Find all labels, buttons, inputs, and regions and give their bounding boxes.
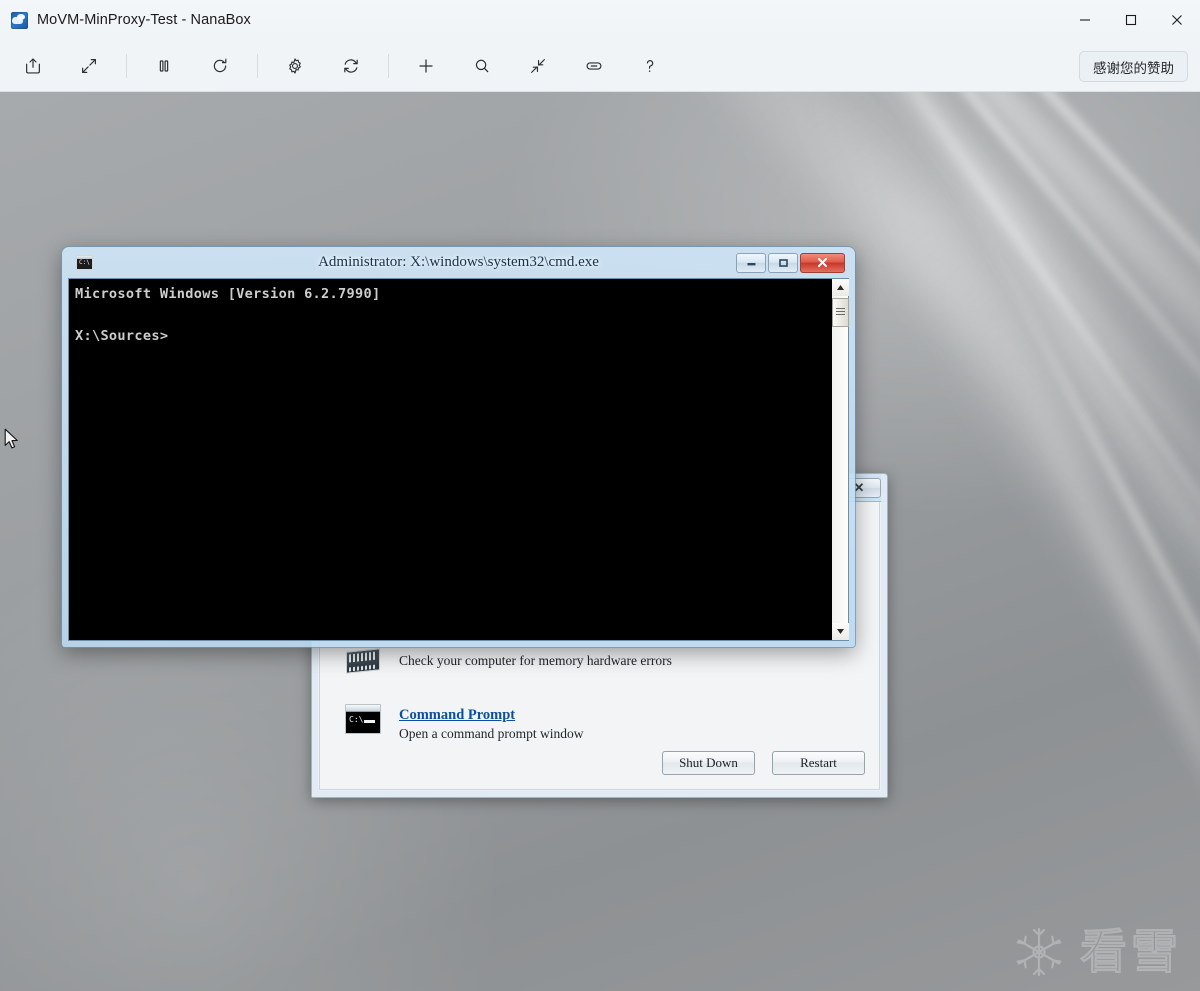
recovery-option-text: Check your computer for memory hardware … (399, 650, 672, 669)
toolbar-separator (257, 54, 258, 78)
command-prompt-link[interactable]: Command Prompt (399, 707, 583, 724)
scrollbar-track[interactable] (832, 296, 849, 623)
restart-button[interactable]: Restart (772, 751, 865, 775)
window-controls (1062, 0, 1200, 40)
vm-guest-screen[interactable]: ✕ Check your computer for memory hardwar… (0, 92, 1200, 991)
minimize-button[interactable] (1062, 0, 1108, 40)
help-icon[interactable] (631, 48, 669, 84)
cmd-window-title: Administrator: X:\windows\system32\cmd.e… (68, 254, 849, 271)
recovery-option-text: Command Prompt Open a command prompt win… (399, 704, 583, 742)
maximize-button[interactable] (1108, 0, 1154, 40)
recovery-dialog-buttons: Shut Down Restart (662, 751, 865, 775)
cmd-window-icon (76, 255, 93, 270)
search-icon[interactable] (463, 48, 501, 84)
recovery-option-description: Check your computer for memory hardware … (399, 653, 672, 669)
scroll-up-arrow-icon[interactable] (832, 279, 849, 296)
cmd-console-output[interactable]: Microsoft Windows [Version 6.2.7990] X:\… (69, 279, 831, 640)
restart-icon[interactable] (201, 48, 239, 84)
toolbar-separator (388, 54, 389, 78)
recovery-option-description: Open a command prompt window (399, 726, 583, 742)
export-icon[interactable] (14, 48, 52, 84)
recovery-option-command-prompt[interactable]: C:\ Command Prompt Open a command prompt… (344, 684, 855, 742)
app-title: MoVM-MinProxy-Test - NanaBox (37, 12, 251, 28)
scroll-down-arrow-icon[interactable] (832, 623, 849, 640)
cmd-client-area[interactable]: Microsoft Windows [Version 6.2.7990] X:\… (68, 278, 849, 641)
application-window: MoVM-MinProxy-Test - NanaBox (0, 0, 1200, 991)
command-prompt-window[interactable]: Administrator: X:\windows\system32\cmd.e… (62, 247, 855, 647)
scrollbar-thumb[interactable] (832, 298, 849, 327)
vm-app-icon (11, 12, 28, 29)
memory-diagnostic-icon (344, 650, 382, 684)
toolbar-separator (126, 54, 127, 78)
mouse-cursor (4, 428, 20, 451)
cmd-titlebar[interactable]: Administrator: X:\windows\system32\cmd.e… (68, 247, 849, 278)
app-titlebar: MoVM-MinProxy-Test - NanaBox (0, 0, 1200, 40)
shut-down-button[interactable]: Shut Down (662, 751, 755, 775)
titlebar-left-group: MoVM-MinProxy-Test - NanaBox (0, 12, 251, 29)
command-prompt-icon: C:\ (344, 704, 382, 738)
cmd-close-button[interactable] (800, 253, 845, 273)
cmd-maximize-button[interactable] (768, 253, 798, 273)
close-button[interactable] (1154, 0, 1200, 40)
pause-icon[interactable] (145, 48, 183, 84)
fullscreen-icon[interactable] (70, 48, 108, 84)
refresh-icon[interactable] (332, 48, 370, 84)
link-icon[interactable] (575, 48, 613, 84)
settings-gear-icon[interactable] (276, 48, 314, 84)
app-toolbar: 感谢您的赞助 (0, 40, 1200, 92)
cmd-window-controls (736, 253, 845, 273)
cmd-vertical-scrollbar[interactable] (831, 279, 848, 640)
sponsor-button[interactable]: 感谢您的赞助 (1079, 51, 1188, 82)
shrink-icon[interactable] (519, 48, 557, 84)
add-icon[interactable] (407, 48, 445, 84)
cmd-minimize-button[interactable] (736, 253, 766, 273)
